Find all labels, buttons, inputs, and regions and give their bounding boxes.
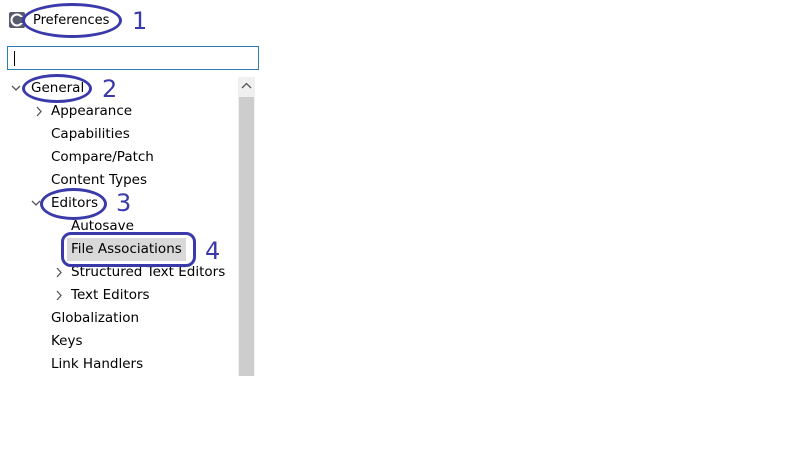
scroll-up-arrow-icon[interactable] [238, 77, 255, 96]
preferences-dialog: Preferences General Appearance Capabilit… [0, 0, 259, 376]
annotation-ellipse-general [22, 74, 92, 103]
tree-scrollbar[interactable] [238, 77, 255, 376]
tree-item-label: Text Editors [71, 287, 150, 303]
annotation-box-file-associations [61, 232, 196, 267]
chevron-down-icon[interactable] [9, 77, 23, 100]
tree-item-appearance[interactable]: Appearance [0, 100, 238, 123]
tree-item-capabilities[interactable]: Capabilities [0, 123, 238, 146]
tree-item-label: Globalization [51, 310, 140, 326]
tree-item-label: Compare/Patch [51, 149, 154, 165]
tree-item-text-editors[interactable]: Text Editors [0, 284, 238, 307]
tree-item-label: Appearance [51, 103, 133, 119]
filter-input[interactable] [7, 46, 259, 70]
annotation-step-number: 1 [132, 7, 148, 35]
text-caret [14, 51, 15, 66]
annotation-ellipse-editors [40, 188, 107, 220]
preferences-tree: General Appearance Capabilities Compare/… [0, 77, 238, 376]
annotation-step-number: 2 [102, 75, 118, 103]
chevron-right-icon[interactable] [32, 100, 46, 123]
annotation-step-number: 4 [205, 237, 221, 265]
tree-item-label: Link Handlers [51, 356, 144, 372]
screenshot-root: Preferences General Appearance Capabilit… [0, 0, 807, 466]
annotation-step-number: 3 [116, 189, 132, 217]
tree-item-label: Keys [51, 333, 83, 349]
annotation-ellipse-title [22, 3, 122, 38]
chevron-right-icon[interactable] [52, 284, 66, 307]
tree-item-label: Capabilities [51, 126, 130, 142]
scrollbar-thumb[interactable] [239, 97, 254, 376]
tree-item-link-handlers[interactable]: Link Handlers [0, 353, 238, 376]
tree-item-keys[interactable]: Keys [0, 330, 238, 353]
tree-item-compare-patch[interactable]: Compare/Patch [0, 146, 238, 169]
tree-item-globalization[interactable]: Globalization [0, 307, 238, 330]
